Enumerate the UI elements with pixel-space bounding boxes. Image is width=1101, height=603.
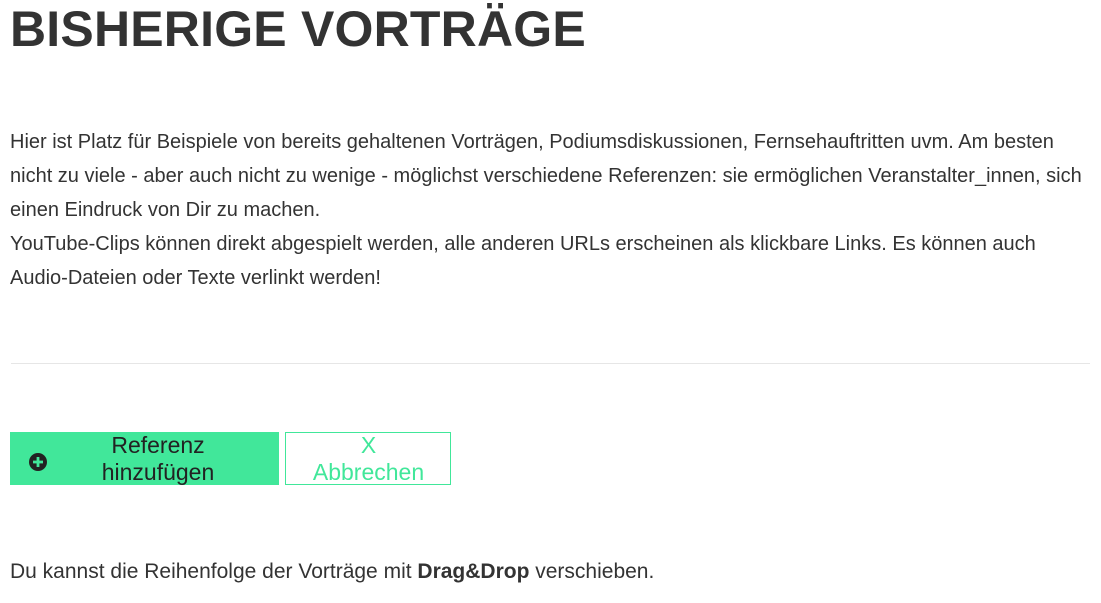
hint-text-before: Du kannst die Reihenfolge der Vorträge m… — [10, 560, 418, 583]
plus-circle-icon — [29, 450, 47, 471]
intro-paragraph-1: Hier ist Platz für Beispiele von bereits… — [10, 131, 1082, 221]
intro-text: Hier ist Platz für Beispiele von bereits… — [10, 125, 1091, 295]
drag-drop-hint: Du kannst die Reihenfolge der Vorträge m… — [10, 557, 1091, 587]
add-reference-label: Referenz hinzufügen — [101, 431, 215, 485]
page-title: BISHERIGE VORTRÄGE — [10, 1, 586, 57]
intro-paragraph-2: YouTube-Clips können direkt abgespielt w… — [10, 233, 1036, 289]
section-divider — [11, 363, 1090, 364]
cancel-label: X Abbrechen — [312, 431, 425, 485]
add-reference-button[interactable]: Referenz hinzufügen — [10, 432, 279, 485]
hint-text-after: verschieben. — [529, 560, 655, 583]
cancel-button[interactable]: X Abbrechen — [285, 432, 451, 485]
page-container: BISHERIGE VORTRÄGE Hier ist Platz für Be… — [0, 0, 1101, 587]
action-buttons: Referenz hinzufügen X Abbrechen — [10, 432, 1091, 485]
hint-text-bold: Drag&Drop — [417, 560, 530, 583]
